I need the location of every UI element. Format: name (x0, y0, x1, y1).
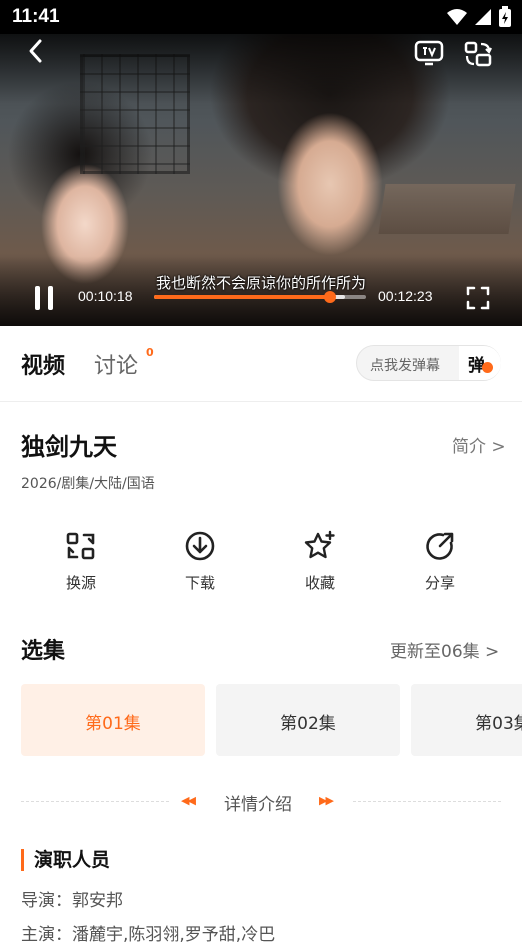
pause-button[interactable] (32, 286, 56, 310)
episodes-heading: 选集 (21, 639, 66, 664)
danmu-toggle[interactable]: 弹 (459, 346, 501, 380)
episode-list: 第01集 第02集 第03集 (21, 684, 522, 756)
switch-source-button[interactable]: 换源 (41, 530, 121, 593)
tab-video[interactable]: 视频 (21, 348, 65, 380)
status-bar: 11:41 (0, 0, 522, 34)
current-time: 00:10:18 (78, 288, 133, 304)
pause-icon-bar-right (48, 286, 53, 310)
actors-line: 主演：潘麓宇,陈羽翎,罗予甜,冷巴 (21, 925, 276, 945)
share-button[interactable]: 分享 (400, 530, 480, 593)
details-label: 详情介绍 (224, 795, 292, 815)
episode-item[interactable]: 第03集 (411, 684, 522, 756)
fullscreen-icon (466, 286, 490, 310)
details-divider: ◀◀ 详情介绍 ▶▶ (21, 789, 501, 815)
episode-item[interactable]: 第01集 (21, 684, 205, 756)
progress-fill (154, 295, 330, 299)
share-icon (426, 532, 454, 560)
divider-line-left (21, 801, 169, 802)
download-button[interactable]: 下载 (160, 530, 240, 593)
progress-thumb[interactable] (323, 291, 336, 303)
total-time: 00:12:23 (378, 288, 433, 304)
status-icons (446, 6, 512, 28)
show-meta: 2026/剧集/大陆/国语 (21, 476, 155, 492)
wifi-icon (447, 9, 467, 25)
rotate-icon (464, 41, 492, 67)
show-title: 独剑九天 (21, 433, 117, 461)
switch-source-label: 换源 (65, 574, 96, 592)
divider-line-right (353, 801, 501, 802)
danmu-check-icon (482, 362, 493, 373)
discussion-count-badge: 0 (146, 346, 154, 359)
pause-icon-bar-left (35, 286, 40, 310)
episode-label: 第01集 (85, 714, 141, 734)
signal-icon (475, 9, 491, 25)
cast-heading: 演职人员 (21, 849, 110, 871)
download-icon (185, 531, 215, 561)
status-time: 11:41 (12, 6, 60, 27)
episode-label: 第02集 (280, 714, 336, 734)
progress-bar[interactable] (154, 291, 366, 303)
episode-label: 第03集 (475, 714, 522, 734)
tv-icon (414, 40, 444, 66)
action-bar: 换源 下载 收藏 分享 (0, 530, 522, 610)
star-icon (304, 530, 335, 559)
danmu-placeholder: 点我发弹幕 (370, 358, 440, 374)
episode-item[interactable]: 第02集 (216, 684, 400, 756)
battery-icon (499, 6, 511, 27)
screen-rotate-button[interactable] (463, 40, 493, 68)
video-scene-roof (378, 184, 516, 234)
cast-tv-button[interactable] (414, 40, 444, 66)
download-label: 下载 (184, 574, 215, 592)
intro-link[interactable]: 简介 > (452, 432, 506, 457)
right-arrows-icon: ▶▶ (319, 794, 334, 807)
back-arrow-icon (29, 39, 42, 63)
director-line: 导演：郭安邦 (21, 891, 123, 911)
favorite-label: 收藏 (304, 574, 335, 592)
back-button[interactable] (26, 38, 52, 68)
episodes-update-link[interactable]: 更新至06集 > (390, 637, 499, 662)
tabs-row: 视频 讨论 0 点我发弹幕 弹 (0, 326, 522, 402)
tab-discussion[interactable]: 讨论 (94, 348, 138, 380)
video-player[interactable]: 我也断然不会原谅你的所作所为 00:10:18 00:12:23 (0, 34, 522, 326)
share-label: 分享 (424, 574, 455, 592)
fullscreen-button[interactable] (466, 286, 490, 310)
left-arrows-icon: ◀◀ (181, 794, 196, 807)
favorite-button[interactable]: 收藏 (280, 530, 360, 593)
switch-source-icon (66, 532, 95, 560)
danmu-input-button[interactable]: 点我发弹幕 弹 (356, 345, 501, 381)
